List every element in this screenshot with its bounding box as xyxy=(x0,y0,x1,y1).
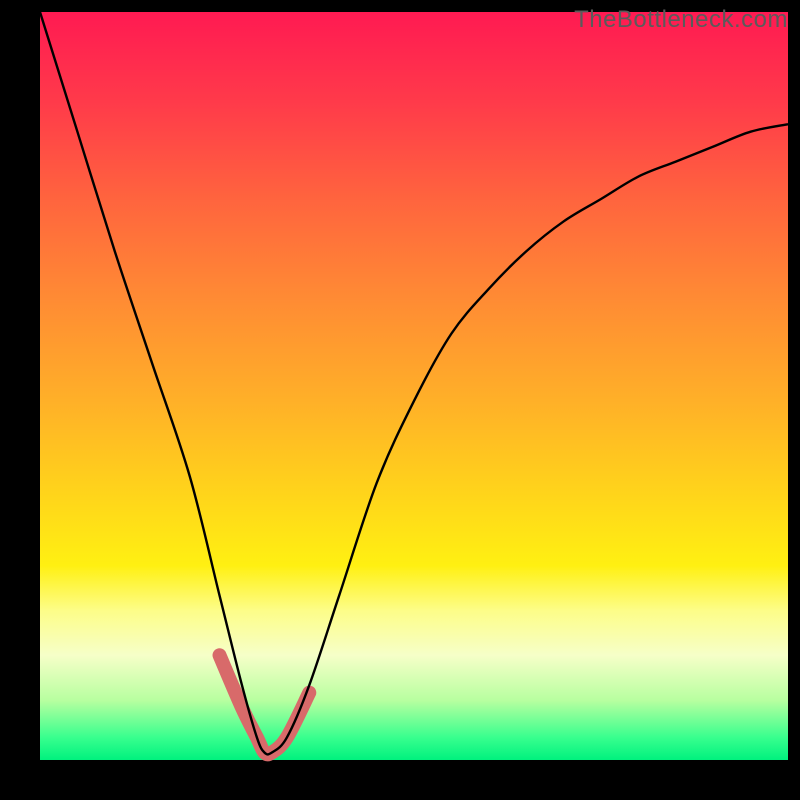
bottleneck-curve xyxy=(40,12,788,754)
highlight-curve xyxy=(220,655,310,754)
chart-svg xyxy=(40,12,788,760)
chart-plot-area xyxy=(40,12,788,760)
chart-container: TheBottleneck.com xyxy=(0,0,800,800)
watermark-text: TheBottleneck.com xyxy=(574,6,788,34)
